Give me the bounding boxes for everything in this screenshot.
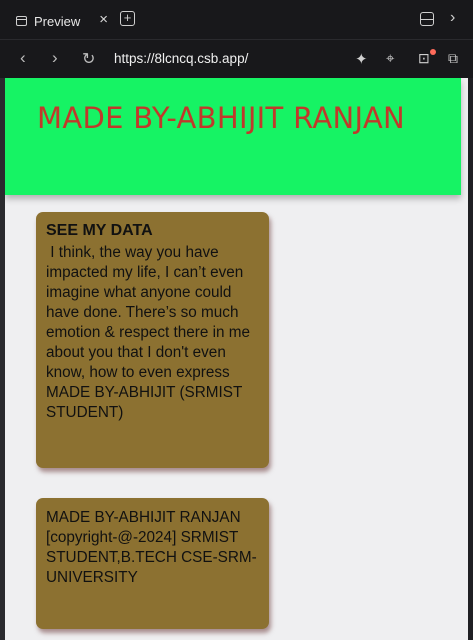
crosshair-icon[interactable]: ⌖ (386, 50, 394, 67)
forward-icon[interactable]: › (52, 48, 58, 68)
popout-icon[interactable]: ⧉ (448, 50, 458, 67)
refresh-icon[interactable]: ↻ (82, 49, 95, 69)
new-tab-icon[interactable]: + (120, 11, 135, 26)
preview-tab-icon (16, 16, 27, 26)
card-heading: SEE MY DATA (46, 222, 153, 239)
close-icon[interactable]: × (99, 11, 108, 28)
copyright-text: MADE BY-ABHIJIT RANJAN [copyright-@-2024… (46, 509, 257, 586)
hero-banner: MADE BY-ABHIJIT RANJAN (5, 78, 461, 195)
tab-title: Preview (34, 13, 81, 29)
notification-dot (430, 49, 436, 55)
sparkle-icon[interactable]: ✦ (355, 50, 368, 68)
back-icon[interactable]: ‹ (20, 48, 26, 68)
url-field[interactable]: https://8lcncq.csb.app/ (114, 51, 248, 66)
terminal-icon[interactable]: ⊡ (418, 50, 430, 67)
address-bar: ‹ › ↻ https://8lcncq.csb.app/ ✦ ⌖ ⊡ ⧉ (0, 40, 473, 78)
scrollbar-track[interactable] (468, 78, 473, 640)
copyright-card: MADE BY-ABHIJIT RANJAN [copyright-@-2024… (36, 498, 269, 629)
chevron-right-icon[interactable]: › (450, 9, 455, 27)
data-card: SEE MY DATA I think, the way you have im… (36, 212, 269, 468)
hero-title: MADE BY-ABHIJIT RANJAN (37, 101, 405, 135)
split-view-icon[interactable] (420, 12, 434, 26)
card-body: I think, the way you have impacted my li… (46, 244, 255, 421)
browser-tab-bar: Preview × + › (0, 0, 473, 40)
page-viewport: MADE BY-ABHIJIT RANJAN SEE MY DATA I thi… (5, 78, 468, 640)
tab-preview[interactable]: Preview × (6, 6, 114, 36)
